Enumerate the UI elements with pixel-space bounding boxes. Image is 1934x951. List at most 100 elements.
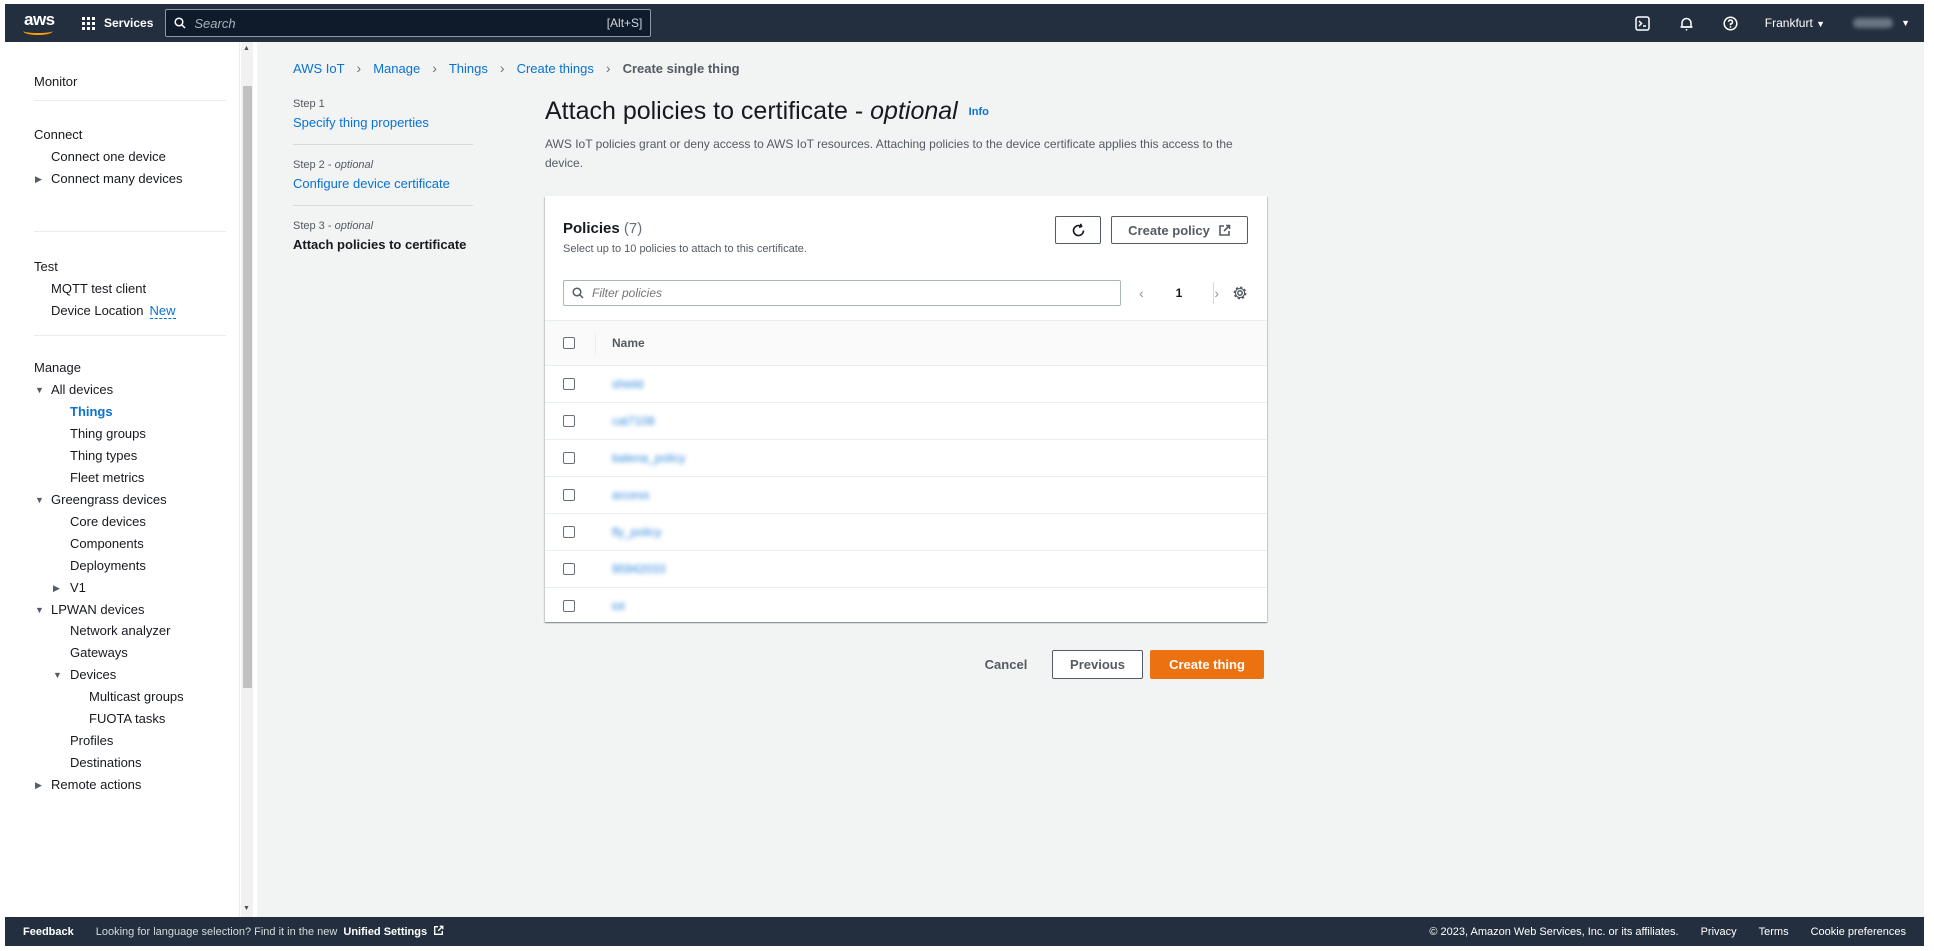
breadcrumb-manage[interactable]: Manage [373,61,420,76]
nav-section-monitor[interactable]: Monitor [34,74,77,89]
caret-down-icon[interactable]: ▼ [35,495,44,505]
aws-logo[interactable]: aws [20,9,60,37]
nav-item-devices[interactable]: Devices [70,667,116,682]
nav-item-deployments[interactable]: Deployments [70,558,146,573]
step-number: Step 1 [293,98,325,110]
policy-name-link[interactable]: fly_policy [612,525,661,539]
filter-policies-field[interactable] [563,280,1121,306]
nav-item-thing-groups[interactable]: Thing groups [70,426,146,441]
notifications-button[interactable] [1665,16,1709,31]
page-title-text: Attach policies to certificate - [545,97,871,125]
step-link-specify-thing-properties[interactable]: Specify thing properties [293,115,473,130]
caret-right-icon[interactable]: ▶ [53,583,60,594]
current-page-number[interactable]: 1 [1176,286,1183,300]
unified-settings-link[interactable]: Unified Settings [343,925,444,938]
nav-item-things[interactable]: Things [70,404,113,419]
policy-name-link[interactable]: cat7108 [612,414,655,428]
table-row[interactable]: cat7108 [545,403,1267,440]
next-page-icon[interactable]: › [1214,285,1219,301]
select-all-checkbox[interactable] [563,337,575,349]
page-title: Attach policies to certificate - optiona… [545,97,989,126]
breadcrumb-aws-iot[interactable]: AWS IoT [293,61,345,76]
nav-item-thing-types[interactable]: Thing types [70,448,137,463]
nav-item-profiles[interactable]: Profiles [70,733,113,748]
pagination: ‹ 1 › [1139,280,1219,306]
table-row[interactable]: shield [545,366,1267,403]
column-header-name[interactable]: Name [612,336,645,350]
nav-item-destinations[interactable]: Destinations [70,755,142,770]
scroll-up-icon[interactable]: ▲ [243,45,250,52]
previous-page-icon[interactable]: ‹ [1139,285,1144,301]
table-row[interactable]: 95942033 [545,551,1267,588]
nav-item-connect-many-devices[interactable]: Connect many devices [51,171,183,186]
row-checkbox[interactable] [563,378,575,390]
nav-item-core-devices[interactable]: Core devices [70,514,146,529]
caret-down-icon[interactable]: ▼ [53,670,62,680]
account-menu[interactable] [1853,18,1894,28]
nav-item-all-devices[interactable]: All devices [51,382,113,397]
row-checkbox[interactable] [563,600,575,612]
policy-name-link[interactable]: access [612,488,649,502]
nav-item-multicast-groups[interactable]: Multicast groups [89,689,184,704]
row-checkbox[interactable] [563,526,575,538]
privacy-link[interactable]: Privacy [1701,926,1737,938]
scroll-down-icon[interactable]: ▼ [243,905,250,912]
nav-item-mqtt-test-client[interactable]: MQTT test client [51,281,146,296]
feedback-link[interactable]: Feedback [23,926,74,938]
nav-item-remote-actions[interactable]: Remote actions [51,777,141,792]
scrollbar-thumb[interactable] [243,86,252,688]
breadcrumb-things[interactable]: Things [449,61,488,76]
policies-count: (7) [623,220,643,237]
cloudshell-button[interactable] [1621,15,1665,31]
cookie-preferences-link[interactable]: Cookie preferences [1811,926,1906,938]
policy-name-link[interactable]: balena_policy [612,451,685,465]
row-checkbox[interactable] [563,489,575,501]
row-checkbox[interactable] [563,415,575,427]
nav-item-lpwan-devices[interactable]: LPWAN devices [51,602,144,617]
wizard-step-1: Step 1 Specify thing properties [293,98,473,145]
nav-item-connect-one-device[interactable]: Connect one device [51,149,166,164]
row-checkbox[interactable] [563,452,575,464]
terms-link[interactable]: Terms [1759,926,1789,938]
nav-item-components[interactable]: Components [70,536,144,551]
previous-button[interactable]: Previous [1052,650,1143,679]
nav-item-network-analyzer[interactable]: Network analyzer [70,623,170,638]
footer: Feedback Looking for language selection?… [5,917,1924,946]
region-selector[interactable]: Frankfurt ▼ [1765,16,1825,30]
policy-name-link[interactable]: shield [612,377,643,391]
caret-right-icon[interactable]: ▶ [35,780,42,791]
table-row[interactable]: iot [545,588,1267,625]
nav-item-greengrass-devices[interactable]: Greengrass devices [51,492,167,507]
nav-item-device-location[interactable]: Device Location New [51,303,176,319]
services-menu-button[interactable]: Services [82,16,153,30]
nav-item-v1[interactable]: V1 [70,580,86,595]
nav-item-fuota-tasks[interactable]: FUOTA tasks [89,711,165,726]
table-row[interactable]: fly_policy [545,514,1267,551]
help-button[interactable] [1709,15,1753,31]
caret-right-icon[interactable]: ▶ [35,174,42,185]
search-input[interactable]: Search [Alt+S] [165,9,652,37]
step-link-configure-device-certificate[interactable]: Configure device certificate [293,176,473,191]
preferences-button[interactable] [1232,285,1248,304]
table-row[interactable]: access [545,477,1267,514]
region-label: Frankfurt [1764,16,1813,30]
breadcrumb-create-things[interactable]: Create things [517,61,594,76]
side-nav-scrollbar[interactable]: ▲ ▼ [241,42,253,917]
policy-name-link[interactable]: iot [612,599,625,613]
refresh-button[interactable] [1055,216,1101,244]
cancel-button[interactable]: Cancel [973,650,1039,679]
nav-item-gateways[interactable]: Gateways [70,645,128,660]
filter-policies-input[interactable] [592,286,1112,300]
table-row[interactable]: balena_policy [545,440,1267,477]
caret-down-icon[interactable]: ▼ [35,385,44,395]
copyright-text: © 2023, Amazon Web Services, Inc. or its… [1429,925,1679,938]
info-link[interactable]: Info [969,106,989,118]
row-checkbox[interactable] [563,563,575,575]
wizard-step-2: Step 2 - optional Configure device certi… [293,159,473,206]
create-policy-button[interactable]: Create policy [1111,216,1248,244]
new-badge: New [149,303,176,319]
nav-item-fleet-metrics[interactable]: Fleet metrics [70,470,144,485]
policy-name-link[interactable]: 95942033 [612,562,665,576]
caret-down-icon[interactable]: ▼ [35,605,44,615]
create-thing-button[interactable]: Create thing [1150,650,1264,679]
